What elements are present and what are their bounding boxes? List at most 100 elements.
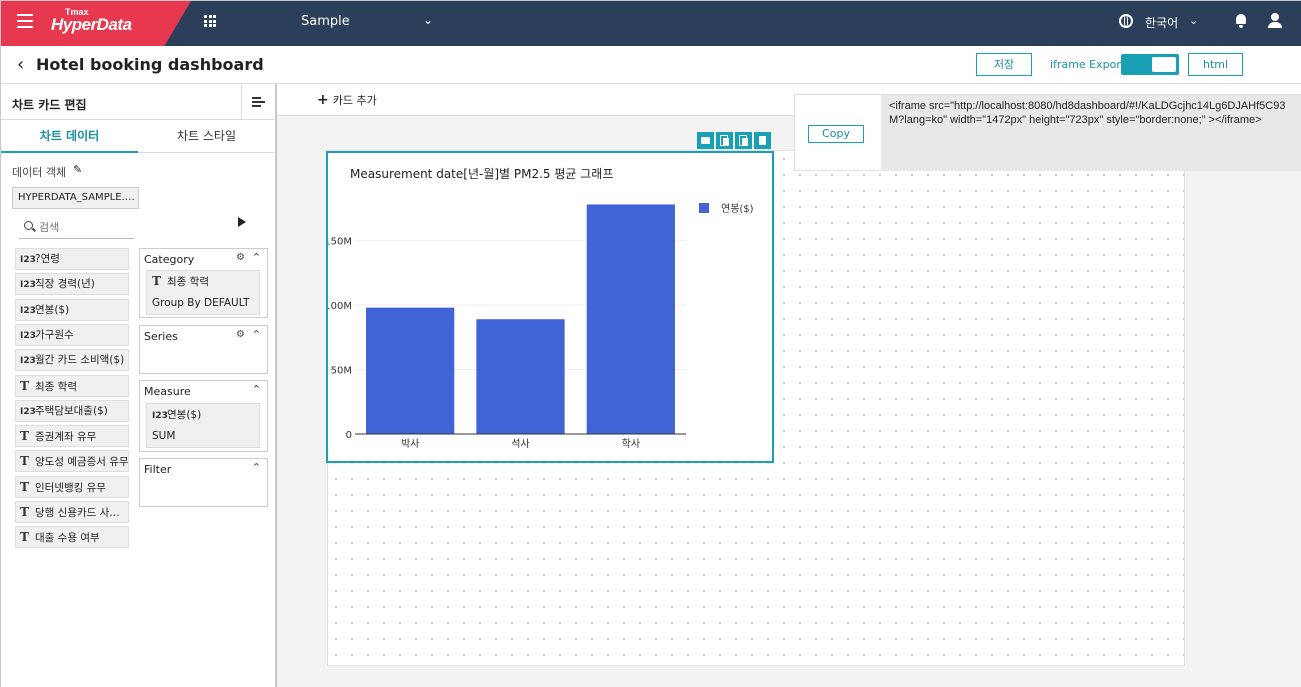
plus-icon: + <box>317 92 329 108</box>
category-box: Category ⚙ ⌃ T 최종 학력 Group By DEFAULT <box>139 248 268 318</box>
text-type-icon: T <box>152 274 161 288</box>
field-item[interactable]: T 증권계좌 유무 <box>15 425 129 448</box>
tab-chart-style[interactable]: 차트 스타일 <box>138 120 275 153</box>
trash-icon[interactable] <box>754 132 771 149</box>
field-item[interactable]: T 당행 신용카드 사… <box>15 501 129 523</box>
workspace-selector-label[interactable]: Sample <box>301 14 350 29</box>
filter-box: Filter ⌃ <box>139 458 268 507</box>
language-selector[interactable]: 한국어 <box>1145 14 1178 31</box>
field-label: 증권계좌 유무 <box>35 431 97 444</box>
dashboard-header: ‹ Hotel booking dashboard 저장 iframe Expo… <box>1 46 1301 84</box>
iframe-export-popup: Copy <iframe src="http://localhost:8080/… <box>794 94 1301 171</box>
number-type-icon: I23 <box>20 280 36 291</box>
bar <box>476 319 565 434</box>
bell-icon[interactable] <box>1235 14 1247 28</box>
toggle-knob <box>1152 57 1176 72</box>
x-tick-label: 박사 <box>401 438 419 450</box>
add-card-button[interactable]: + 카드 추가 <box>317 92 377 108</box>
chevron-down-icon[interactable]: ⌄ <box>1189 14 1198 27</box>
chevron-up-icon[interactable]: ⌃ <box>252 383 261 396</box>
category-field[interactable]: T 최종 학력 Group By DEFAULT <box>146 270 260 315</box>
panel-title: 차트 카드 편집 <box>12 98 87 112</box>
gear-icon[interactable]: ⚙ <box>236 329 245 340</box>
field-label: 최종 학력 <box>35 380 77 393</box>
html-button[interactable]: html <box>1188 53 1243 76</box>
measure-aggregation: SUM <box>152 430 176 442</box>
gear-icon[interactable]: ⚙ <box>236 252 245 263</box>
add-card-label: 카드 추가 <box>332 94 377 107</box>
field-item[interactable]: I23가구원수 <box>15 323 129 346</box>
chevron-up-icon[interactable]: ⌃ <box>252 461 261 474</box>
page-title: Hotel booking dashboard <box>36 55 264 74</box>
field-label: 직장 경력(년) <box>35 278 95 291</box>
category-aggregation: Group By DEFAULT <box>152 297 250 309</box>
iframe-export-toggle[interactable] <box>1121 54 1179 75</box>
iframe-code[interactable]: <iframe src="http://localhost:8080/hd8da… <box>881 95 1301 171</box>
field-item[interactable]: T 최종 학력 <box>15 374 129 397</box>
duplicate-icon[interactable] <box>716 132 733 149</box>
field-item[interactable]: T 대출 수용 여부 <box>15 526 129 549</box>
chevron-down-icon[interactable]: ⌄ <box>423 13 433 27</box>
measure-field[interactable]: I23연봉($) SUM <box>146 403 260 448</box>
panel-tabs: 차트 데이터 차트 스타일 <box>1 119 275 153</box>
field-item[interactable]: I23주택담보대출($) <box>15 399 129 422</box>
search-input[interactable] <box>39 219 129 236</box>
camera-icon[interactable] <box>697 132 714 149</box>
y-tick-label: 0 <box>346 430 352 441</box>
field-item[interactable]: T 인터넷뱅킹 유무 <box>15 475 129 498</box>
collapse-panel-icon[interactable] <box>241 84 275 119</box>
data-object-label: 데이터 객체 <box>12 166 67 179</box>
measure-field-label: 연봉($) <box>167 409 202 421</box>
field-item[interactable]: I23?연령 <box>15 248 129 270</box>
menu-icon[interactable] <box>17 14 33 28</box>
text-type-icon: T <box>20 429 29 444</box>
logo[interactable]: HyperData <box>51 15 132 35</box>
back-arrow-icon[interactable]: ‹ <box>17 54 24 75</box>
expand-arrow-icon[interactable] <box>238 217 246 227</box>
measure-field-name: I23연봉($) <box>152 407 201 422</box>
series-title: Series <box>144 330 178 343</box>
chevron-up-icon[interactable]: ⌃ <box>252 328 261 341</box>
copy-icon[interactable] <box>735 132 752 149</box>
text-type-icon: T <box>20 378 29 393</box>
number-type-icon: I23 <box>20 356 36 367</box>
number-type-icon: I23 <box>152 411 168 421</box>
search-icon <box>24 221 33 230</box>
number-type-icon: I23 <box>20 406 36 417</box>
field-label: 월간 카드 소비액($) <box>35 354 125 367</box>
chevron-up-icon[interactable]: ⌃ <box>252 251 261 264</box>
text-type-icon: T <box>20 530 29 545</box>
user-icon[interactable] <box>1268 13 1282 29</box>
card-toolbar <box>697 132 771 149</box>
series-box: Series ⚙ ⌃ <box>139 325 268 374</box>
field-item[interactable]: T 양도성 예금증서 유무 <box>15 450 129 473</box>
number-type-icon: I23 <box>20 330 36 341</box>
dataset-selector[interactable]: HYPERDATA_SAMPLE.… <box>12 187 139 209</box>
copy-button[interactable]: Copy <box>808 125 864 143</box>
field-label: 가구원수 <box>35 328 74 341</box>
text-type-icon: T <box>20 479 29 494</box>
bar <box>586 204 675 434</box>
field-item[interactable]: I23직장 경력(년) <box>15 273 129 296</box>
iframe-export-label: iframe Export <box>1050 58 1126 71</box>
y-tick-label: 50M <box>331 366 352 377</box>
legend-label: 연봉($) <box>721 203 754 215</box>
chart-card[interactable]: Measurement date[년-월]별 PM2.5 평균 그래프 0 50M… <box>326 151 774 463</box>
legend-swatch <box>699 203 709 213</box>
measure-title: Measure <box>144 385 191 398</box>
pencil-icon[interactable]: ✎ <box>73 163 82 176</box>
x-tick-label: 학사 <box>622 438 640 450</box>
measure-box: Measure ⌃ I23연봉($) SUM <box>139 380 268 452</box>
text-type-icon: T <box>20 454 29 469</box>
number-type-icon: I23 <box>20 305 36 316</box>
field-item[interactable]: I23연봉($) <box>15 298 129 321</box>
tab-chart-data[interactable]: 차트 데이터 <box>1 120 138 153</box>
x-tick-label: 석사 <box>511 438 529 450</box>
field-item[interactable]: I23월간 카드 소비액($) <box>15 349 129 372</box>
save-button[interactable]: 저장 <box>976 53 1032 76</box>
y-tick-label: 150M <box>328 237 352 248</box>
chart-card-editor-panel: 차트 카드 편집 차트 데이터 차트 스타일 데이터 객체 ✎ HYPERDAT… <box>1 84 277 687</box>
number-type-icon: I23 <box>20 255 36 265</box>
apps-grid-icon[interactable] <box>204 15 216 27</box>
category-field-label: 최종 학력 <box>167 276 209 288</box>
